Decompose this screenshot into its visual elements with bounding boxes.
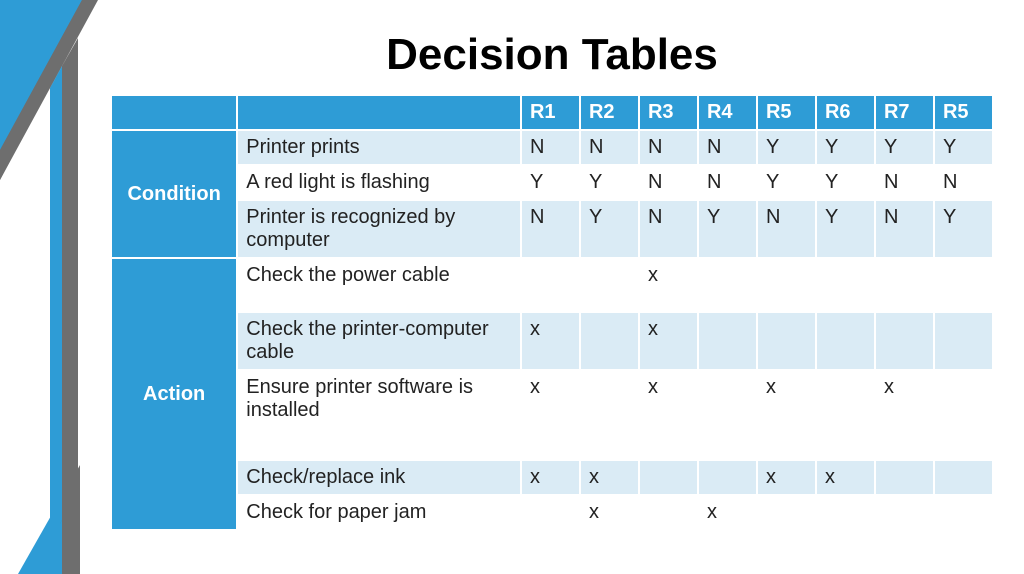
cell <box>698 258 757 312</box>
corner-cell <box>237 95 521 130</box>
cell: Y <box>816 130 875 165</box>
cell <box>875 460 934 495</box>
cell <box>816 495 875 530</box>
condition-row: Condition Printer prints N N N N Y Y Y Y <box>111 130 993 165</box>
cell <box>875 312 934 370</box>
rule-header: R7 <box>875 95 934 130</box>
cell <box>934 495 993 530</box>
cell: N <box>875 200 934 258</box>
cell: Y <box>757 165 816 200</box>
condition-row: A red light is flashing Y Y N N Y Y N N <box>111 165 993 200</box>
action-section-label: Action <box>111 258 237 530</box>
cell: N <box>698 130 757 165</box>
slide-content: Decision Tables R1 R2 R3 R4 R5 R6 R7 R5 … <box>110 30 994 531</box>
cell: x <box>521 370 580 460</box>
cell: x <box>816 460 875 495</box>
cell <box>934 460 993 495</box>
action-row: Ensure printer software is installed x x… <box>111 370 993 460</box>
action-label: Check/replace ink <box>237 460 521 495</box>
condition-label: Printer is recognized by computer <box>237 200 521 258</box>
cell <box>816 370 875 460</box>
cell: Y <box>757 130 816 165</box>
cell: Y <box>816 200 875 258</box>
action-row: Action Check the power cable x <box>111 258 993 312</box>
slide-title: Decision Tables <box>110 30 994 80</box>
cell <box>934 258 993 312</box>
cell: Y <box>934 200 993 258</box>
rule-header: R4 <box>698 95 757 130</box>
action-row: Check the printer-computer cable x x <box>111 312 993 370</box>
cell: Y <box>816 165 875 200</box>
cell: Y <box>521 165 580 200</box>
action-label: Check the power cable <box>237 258 521 312</box>
cell <box>816 312 875 370</box>
cell: x <box>757 460 816 495</box>
cell: Y <box>580 200 639 258</box>
cell: N <box>934 165 993 200</box>
cell: N <box>639 200 698 258</box>
condition-label: A red light is flashing <box>237 165 521 200</box>
cell <box>639 460 698 495</box>
cell <box>934 312 993 370</box>
cell: N <box>875 165 934 200</box>
rule-header: R2 <box>580 95 639 130</box>
cell <box>816 258 875 312</box>
cell: x <box>639 312 698 370</box>
condition-label: Printer prints <box>237 130 521 165</box>
cell <box>757 258 816 312</box>
action-row: Check for paper jam x x <box>111 495 993 530</box>
rule-header: R6 <box>816 95 875 130</box>
condition-row: Printer is recognized by computer N Y N … <box>111 200 993 258</box>
diagonal-bars <box>0 0 120 574</box>
cell <box>698 370 757 460</box>
cell: Y <box>934 130 993 165</box>
cell <box>521 495 580 530</box>
cell: x <box>521 460 580 495</box>
cell: x <box>580 460 639 495</box>
cell: N <box>639 130 698 165</box>
cell: x <box>698 495 757 530</box>
cell: N <box>698 165 757 200</box>
cell <box>698 312 757 370</box>
rule-header: R3 <box>639 95 698 130</box>
condition-section-label: Condition <box>111 130 237 258</box>
rule-header: R1 <box>521 95 580 130</box>
cell <box>639 495 698 530</box>
cell: x <box>580 495 639 530</box>
cell: Y <box>875 130 934 165</box>
cell <box>757 495 816 530</box>
cell <box>698 460 757 495</box>
corner-decoration <box>0 0 120 574</box>
corner-cell <box>111 95 237 130</box>
rule-header: R5 <box>757 95 816 130</box>
cell: Y <box>698 200 757 258</box>
cell <box>521 258 580 312</box>
cell: N <box>521 200 580 258</box>
cell: N <box>639 165 698 200</box>
cell <box>757 312 816 370</box>
cell: x <box>639 370 698 460</box>
cell: N <box>757 200 816 258</box>
cell <box>580 258 639 312</box>
action-label: Check the printer-computer cable <box>237 312 521 370</box>
cell: Y <box>580 165 639 200</box>
cell <box>580 370 639 460</box>
cell <box>934 370 993 460</box>
cell <box>580 312 639 370</box>
cell <box>875 495 934 530</box>
cell: x <box>875 370 934 460</box>
cell <box>875 258 934 312</box>
cell: x <box>757 370 816 460</box>
action-row: Check/replace ink x x x x <box>111 460 993 495</box>
decision-table: R1 R2 R3 R4 R5 R6 R7 R5 Condition Printe… <box>110 94 994 531</box>
rule-header: R5 <box>934 95 993 130</box>
cell: x <box>639 258 698 312</box>
action-label: Ensure printer software is installed <box>237 370 521 460</box>
action-label: Check for paper jam <box>237 495 521 530</box>
cell: N <box>521 130 580 165</box>
header-row: R1 R2 R3 R4 R5 R6 R7 R5 <box>111 95 993 130</box>
cell: x <box>521 312 580 370</box>
cell: N <box>580 130 639 165</box>
